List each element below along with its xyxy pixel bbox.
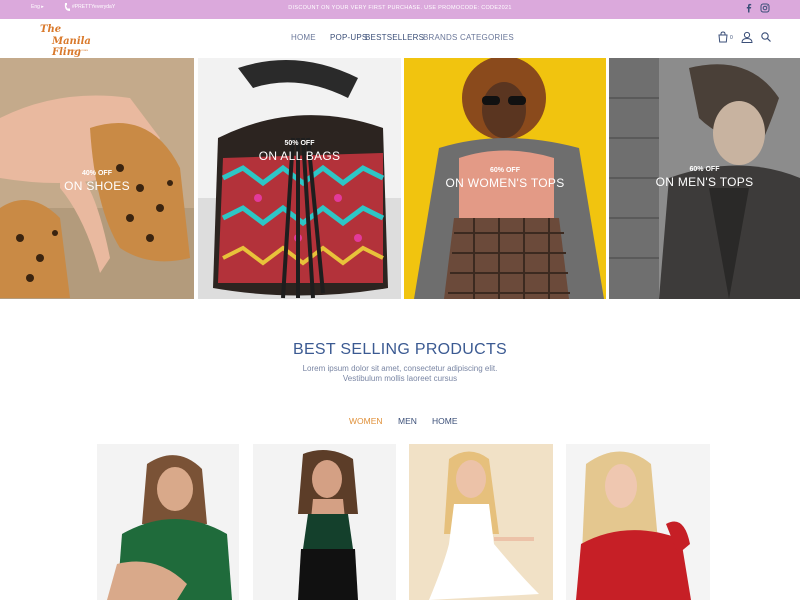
banner-discount: 40% OFF (82, 170, 112, 177)
product-image (566, 444, 710, 600)
nav-brands[interactable]: BRANDS (423, 33, 458, 42)
site-header: The Manila Fling fashion & more HOME POP… (0, 19, 800, 58)
product-image (409, 444, 553, 600)
product-card[interactable] (97, 444, 239, 600)
announcement-bar: Eng ▸ #PRETTYeverydaY DISCOUNT ON YOUR V… (0, 0, 800, 19)
tab-women[interactable]: WOMEN (349, 416, 383, 426)
product-image (253, 444, 396, 600)
banner-label: ON SHOES (64, 179, 130, 193)
nav-bestsellers[interactable]: BESTSELLERS (365, 33, 424, 42)
banner-bags[interactable]: 50% OFF ON ALL BAGS (198, 58, 401, 299)
banner-womens-tops[interactable]: 60% OFF ON WOMEN'S TOPS (404, 58, 606, 299)
cart-count: 0 (730, 35, 733, 41)
product-card[interactable] (253, 444, 396, 600)
promo-text: DISCOUNT ON YOUR VERY FIRST PURCHASE. US… (288, 5, 512, 11)
logo-tagline: fashion & more (68, 48, 89, 52)
section-title: BEST SELLING PRODUCTS (292, 341, 508, 358)
logo-word-manila-fling: Manila Fling (52, 36, 91, 58)
search-icon[interactable] (760, 31, 772, 43)
banner-discount: 60% OFF (689, 166, 720, 173)
section-subtitle: Lorem ipsum dolor sit amet, consectetur … (0, 364, 800, 384)
cart-icon[interactable] (717, 31, 729, 43)
bag-photo (198, 58, 401, 299)
nav-categories[interactable]: CATEGORIES (460, 33, 514, 42)
nav-pop-ups[interactable]: POP-UPS (330, 33, 367, 42)
banner-mens-tops[interactable]: 60% OFF ON MEN'S TOPS (609, 58, 800, 299)
banner-shoes[interactable]: 40% OFF ON SHOES (0, 58, 194, 299)
banner-discount: 50% OFF (284, 140, 315, 147)
user-icon[interactable] (741, 31, 753, 43)
banner-discount: 60% OFF (490, 167, 520, 174)
brand-logo[interactable]: The Manila Fling fashion & more (40, 22, 96, 58)
facebook-icon[interactable] (744, 3, 754, 13)
tab-men[interactable]: MEN (398, 416, 417, 426)
product-card[interactable] (409, 444, 553, 600)
product-image (97, 444, 239, 600)
banner-label: ON ALL BAGS (258, 149, 341, 163)
subtitle-line: Lorem ipsum dolor sit amet, consectetur … (302, 364, 498, 373)
product-card[interactable] (566, 444, 710, 600)
nav-home[interactable]: HOME (291, 33, 316, 42)
instagram-icon[interactable] (760, 3, 770, 13)
subtitle-line: Vestibulum mollis laoreet cursus (342, 374, 458, 383)
tab-home[interactable]: HOME (432, 416, 458, 426)
banner-label: ON WOMEN'S TOPS (445, 176, 565, 190)
banner-label: ON MEN'S TOPS (655, 175, 754, 189)
logo-word-the: The (40, 24, 62, 35)
